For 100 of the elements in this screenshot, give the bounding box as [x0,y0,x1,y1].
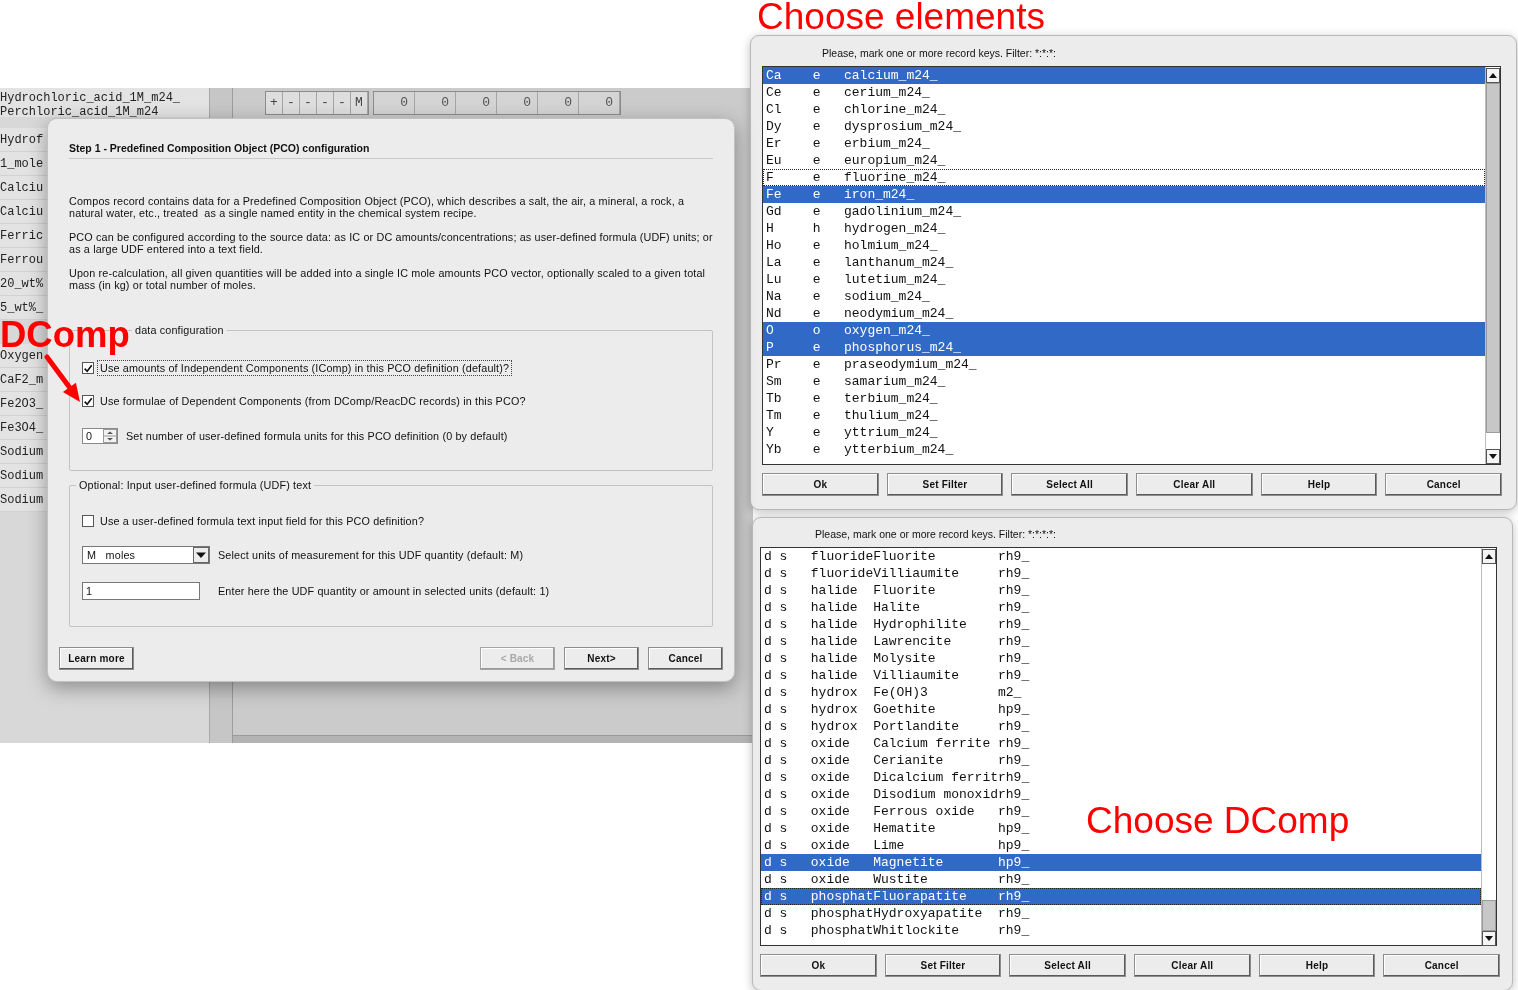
list-item[interactable]: 5_wt%_ [0,301,44,314]
checkbox[interactable] [82,395,94,407]
list-row[interactable]: Er e erbium_m24_ [763,135,930,152]
list-row[interactable]: d s hydrox Goethite hp9_ [761,701,1030,718]
list-row[interactable]: d s oxide Lime hp9_ [761,837,1030,854]
list-row[interactable]: d s hydrox Fe(OH)3 m2_ [761,684,1022,701]
dialog-button[interactable]: Set Filter [884,954,1002,977]
scrollbar[interactable] [233,735,753,743]
list-row[interactable]: d s halide Villiaumite rh9_ [761,667,1030,684]
checkbox-label[interactable]: Use amounts of Independent Components (IComp) in this PCO definition (default)? [97,360,513,376]
list-row[interactable]: H h hydrogen_m24_ [763,220,946,237]
spin-arrows-icon[interactable] [103,429,117,443]
list-row[interactable]: d s fluorideVilliaumite rh9_ [761,565,1030,582]
list-row[interactable]: Yb e ytterbium_m24_ [763,441,954,458]
list-row[interactable]: Lu e lutetium_m24_ [763,271,946,288]
scroll-down-button[interactable] [1482,931,1496,946]
dialog-button[interactable]: Help [1258,954,1376,977]
caret-down-icon[interactable] [193,547,209,563]
list-row[interactable]: Ho e holmium_m24_ [763,237,938,254]
list-row[interactable]: Na e sodium_m24_ [763,288,930,305]
dialog-button[interactable]: Select All [1009,954,1126,977]
list-row[interactable]: d s oxide Ferrous oxide rh9_ [761,803,1030,820]
dialog-button[interactable]: Cancel [648,647,723,670]
toolbar-button[interactable]: - [283,92,300,114]
list-row[interactable]: d s oxide Calcium ferrite rh9_ [761,735,1030,752]
list-row[interactable]: F e fluorine_m24_ [763,169,1485,186]
toolbar-button[interactable]: - [317,92,334,114]
list-row[interactable]: Dy e dysprosium_m24_ [763,118,962,135]
list-item[interactable]: Sodium [0,469,44,482]
scrollbar-thumb[interactable] [1486,83,1500,433]
list-row[interactable]: Ca e calcium_m24_ [763,67,1485,84]
list-row[interactable]: O o oxygen_m24_ [763,322,1485,339]
list-item[interactable]: 1_mole [0,157,44,170]
list-item[interactable]: Sodium [0,445,44,458]
input-field[interactable]: 1 [82,582,200,600]
list-row[interactable]: d s phosphatWhitlockite rh9_ [761,922,1030,939]
list-item[interactable]: CaF2_m [0,373,44,386]
dialog-button[interactable]: Select All [1011,473,1128,496]
list-row[interactable]: d s fluorideFluorite rh9_ [761,548,1030,565]
list-row[interactable]: d s hydrox Portlandite rh9_ [761,718,1030,735]
number-field[interactable]: 0 [82,428,118,444]
dialog-button[interactable]: Ok [762,473,879,496]
dialog-button[interactable]: Help [1260,473,1378,496]
list-row[interactable]: Sm e samarium_m24_ [763,373,946,390]
list-row[interactable]: La e lanthanum_m24_ [763,254,954,271]
list-row[interactable]: Fe e iron_m24_ [763,186,1485,203]
checkbox[interactable] [82,515,94,527]
list-row[interactable]: d s oxide Magnetite hp9_ [761,854,1481,871]
list-row[interactable]: Cl e chlorine_m24_ [763,101,946,118]
list-row[interactable]: d s phosphatFluorapatite rh9_ [761,888,1481,905]
scroll-up-button[interactable] [1482,549,1496,564]
scroll-up-button[interactable] [1486,68,1500,83]
list-row[interactable]: P e phosphorus_m24_ [763,339,1485,356]
list-item[interactable]: Fe3O4_ [0,421,44,434]
list-row[interactable]: d s oxide Cerianite rh9_ [761,752,1030,769]
dialog-button[interactable]: Ok [760,954,877,977]
dialog-button[interactable]: Cancel [1383,954,1501,977]
list-item[interactable]: Hydrochloric_acid_1M_m24_ [0,91,181,105]
checkbox[interactable] [82,362,94,374]
list-row[interactable]: Tm e thulium_m24_ [763,407,938,424]
scrollbar-thumb[interactable] [1482,900,1496,931]
list-row[interactable]: Gd e gadolinium_m24_ [763,203,962,220]
scrollbar[interactable] [1485,67,1500,464]
list-row[interactable]: Ce e cerium_m24_ [763,84,930,101]
list-item[interactable]: Calciu [0,205,44,218]
toolbar-button[interactable]: M [351,92,368,114]
checkbox-label[interactable]: Use a user-defined formula text input field for this PCO definition? [100,514,425,528]
dialog-button[interactable]: Set Filter [886,473,1004,496]
list-item[interactable]: Ferric [0,229,44,242]
list-row[interactable]: d s halide Fluorite rh9_ [761,582,1030,599]
toolbar-button[interactable]: + [266,92,283,114]
dialog-button[interactable]: Learn more [59,647,134,670]
checkbox-label[interactable]: Use formulae of Dependent Components (from DComp/ReacDC records) in this PCO? [100,394,526,408]
scrollbar[interactable] [1481,548,1496,945]
list-item[interactable]: Hydrof [0,133,44,146]
list-row[interactable]: Y e yttrium_m24_ [763,424,938,441]
list-row[interactable]: d s halide Halite rh9_ [761,599,1030,616]
list-row[interactable]: d s halide Hydrophilite rh9_ [761,616,1030,633]
list-item[interactable]: Fe2O3_ [0,397,44,410]
list-row[interactable]: Pr e praseodymium_m24_ [763,356,977,373]
list-item[interactable]: Ferrou [0,253,44,266]
list-item[interactable]: Calciu [0,181,44,194]
list-row[interactable]: d s oxide Disodium monoxidrh9_ [761,786,1030,803]
scroll-down-button[interactable] [1486,449,1500,464]
list-row[interactable]: Tb e terbium_m24_ [763,390,938,407]
dialog-button[interactable]: Clear All [1136,473,1253,496]
list-row[interactable]: d s halide Lawrencite rh9_ [761,633,1030,650]
list-item[interactable]: Perchloric_acid_1M_m24 [0,105,159,119]
dialog-button[interactable]: Cancel [1385,473,1503,496]
dialog-button[interactable]: Clear All [1134,954,1251,977]
list-row[interactable]: d s oxide Wustite rh9_ [761,871,1030,888]
list-item[interactable]: 20_wt% [0,277,44,290]
list-row[interactable]: Eu e europium_m24_ [763,152,946,169]
list-row[interactable]: d s halide Molysite rh9_ [761,650,1030,667]
list-row[interactable]: d s phosphatHydroxyapatite rh9_ [761,905,1030,922]
toolbar-button[interactable]: - [334,92,351,114]
dropdown[interactable]: M moles [82,546,210,564]
toolbar-button[interactable]: - [300,92,317,114]
list-row[interactable]: d s oxide Dicalcium ferritrh9_ [761,769,1030,786]
dialog-button[interactable]: Next> [564,647,639,670]
